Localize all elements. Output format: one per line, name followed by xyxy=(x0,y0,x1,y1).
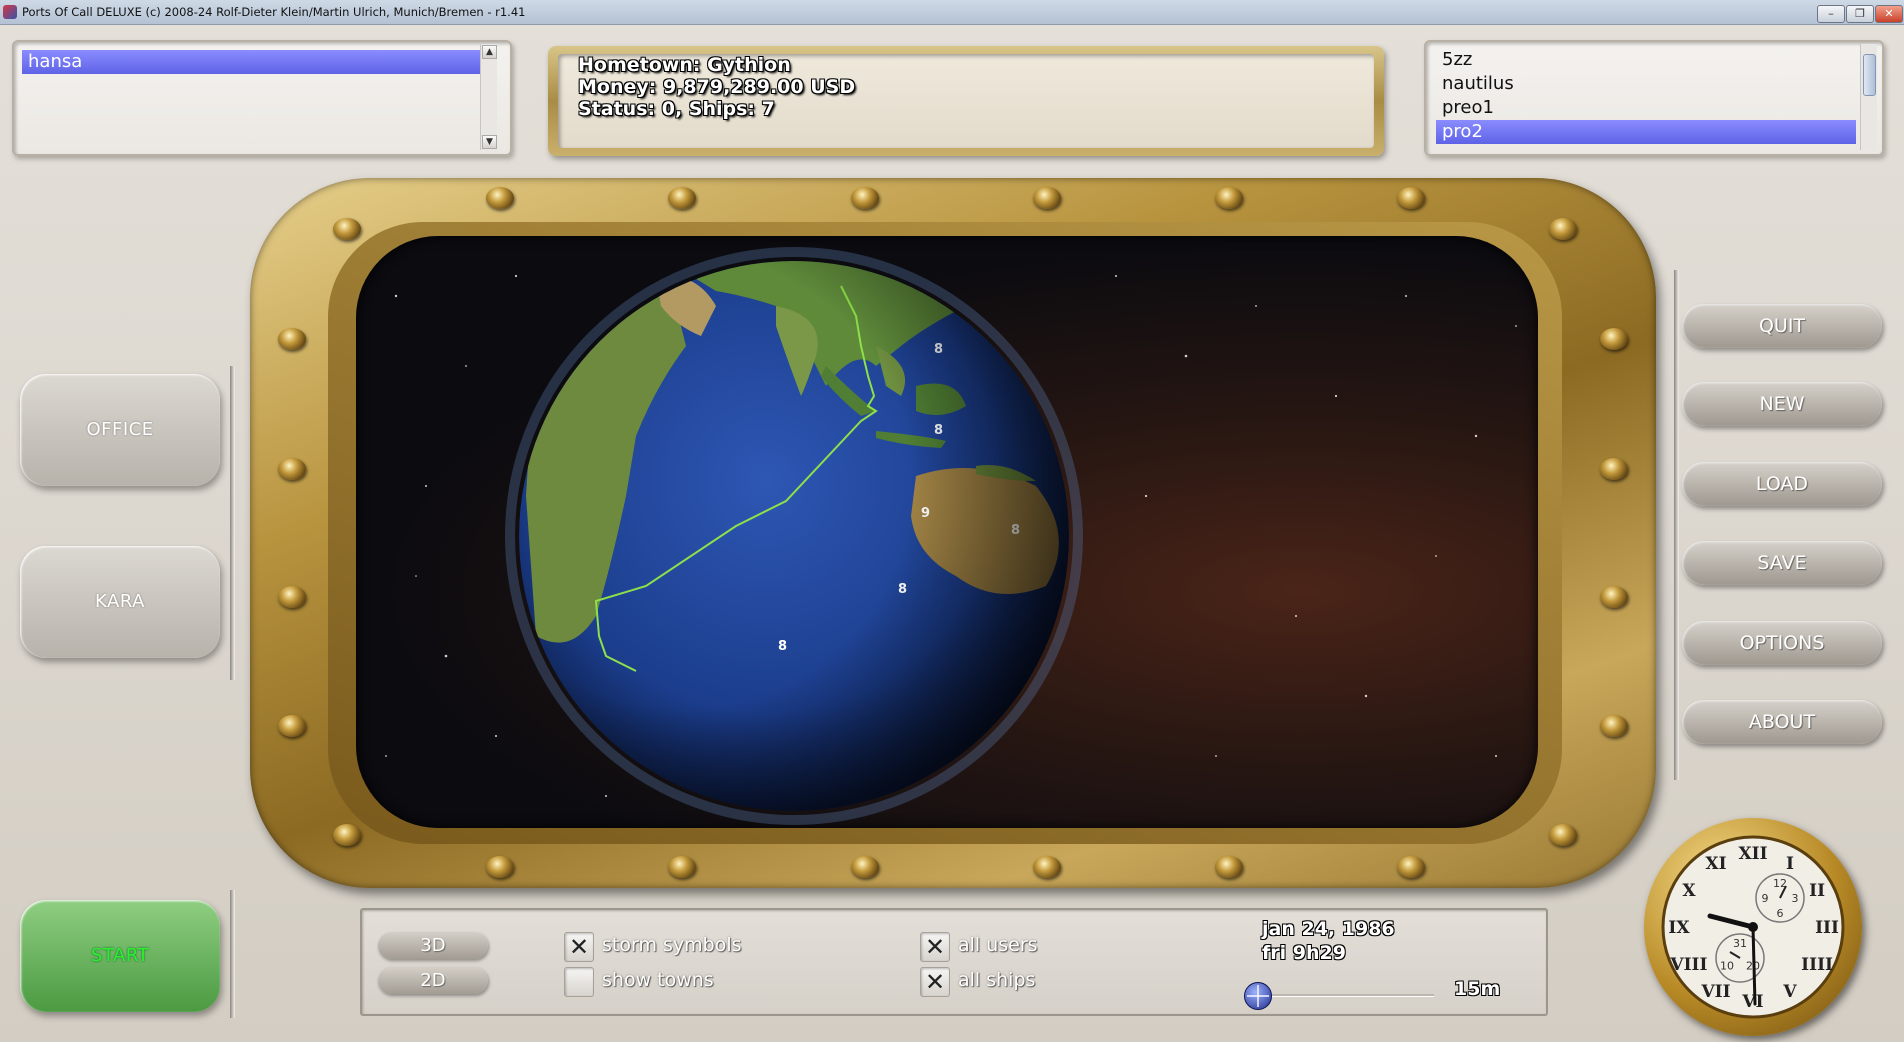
scroll-up-icon[interactable]: ▲ xyxy=(482,45,497,59)
rivet xyxy=(486,187,514,209)
rivet xyxy=(851,856,879,878)
rivet xyxy=(1600,586,1628,608)
show-towns-checkbox[interactable] xyxy=(564,967,594,997)
clock-numeral: VIII xyxy=(1669,955,1707,975)
player-list-item[interactable]: hansa xyxy=(22,50,482,74)
speed-slider-track[interactable] xyxy=(1250,994,1434,997)
clock-numeral: XII xyxy=(1738,844,1767,864)
options-button[interactable]: OPTIONS xyxy=(1682,621,1882,665)
clock-numeral: IIII xyxy=(1801,955,1833,975)
rivet xyxy=(1549,218,1577,240)
game-list-item[interactable]: preo1 xyxy=(1436,96,1852,120)
speed-slider-handle[interactable] xyxy=(1244,982,1272,1010)
globe-map[interactable]: 8 8 8 9 8 8 8 ⚓ xyxy=(356,236,1538,828)
window-title: Ports Of Call DELUXE (c) 2008-24 Rolf-Di… xyxy=(22,5,526,19)
kara-button[interactable]: KARA xyxy=(20,546,220,658)
view-options-panel: 3D 2D ✕ storm symbols show towns ✕ all u… xyxy=(360,908,1548,1016)
scroll-down-icon[interactable]: ▼ xyxy=(482,135,497,149)
right-divider xyxy=(1674,270,1679,780)
minute-hand xyxy=(1751,925,1757,1006)
saved-games-list[interactable]: 5zz nautilus preo1 pro2 xyxy=(1424,40,1884,156)
rivet xyxy=(1600,715,1628,737)
clock-numeral: I xyxy=(1786,854,1794,874)
sub-dial-numeral: 10 xyxy=(1720,960,1734,973)
rivet xyxy=(851,187,879,209)
left-divider xyxy=(230,366,235,680)
clock-numeral: II xyxy=(1809,881,1825,901)
all-users-label: all users xyxy=(958,934,1038,956)
all-users-checkbox[interactable]: ✕ xyxy=(920,932,950,962)
game-date: jan 24, 1986 xyxy=(1262,918,1395,940)
sub-dial-numeral: 6 xyxy=(1777,907,1784,920)
globe-shading xyxy=(519,261,1069,811)
player-info-inner: Hometown: Gythion Money: 9,879,289.00 US… xyxy=(558,54,1374,148)
globe-viewport[interactable]: 8 8 8 9 8 8 8 ⚓ xyxy=(356,236,1538,828)
show-towns-label: show towns xyxy=(602,969,714,991)
save-button[interactable]: SAVE xyxy=(1682,541,1882,585)
rivet xyxy=(278,328,306,350)
title-bar: Ports Of Call DELUXE (c) 2008-24 Rolf-Di… xyxy=(0,0,1904,25)
new-button[interactable]: NEW xyxy=(1682,382,1882,426)
clock-numeral: IX xyxy=(1668,918,1690,938)
sub-dial-numeral: 31 xyxy=(1733,937,1747,950)
maximize-button[interactable]: ❐ xyxy=(1846,5,1874,23)
minimize-button[interactable]: – xyxy=(1817,5,1845,23)
hometown-text: Hometown: Gythion xyxy=(578,54,791,76)
clock-numeral: VI xyxy=(1741,992,1763,1012)
rivet xyxy=(278,458,306,480)
all-ships-checkbox[interactable]: ✕ xyxy=(920,967,950,997)
money-text: Money: 9,879,289.00 USD xyxy=(578,76,856,98)
game-list-item[interactable]: 5zz xyxy=(1436,48,1852,72)
rivet xyxy=(278,586,306,608)
quit-button[interactable]: QUIT xyxy=(1682,304,1882,348)
all-ships-label: all ships xyxy=(958,969,1036,991)
view-3d-button[interactable]: 3D xyxy=(378,932,488,959)
storm-symbols-checkbox[interactable]: ✕ xyxy=(564,932,594,962)
rivet xyxy=(1397,187,1425,209)
clock-numeral: XI xyxy=(1705,854,1726,874)
office-button[interactable]: OFFICE xyxy=(20,374,220,486)
rivet xyxy=(1215,187,1243,209)
clock-numeral: III xyxy=(1815,918,1839,938)
view-2d-button[interactable]: 2D xyxy=(378,967,488,994)
rivet xyxy=(1600,328,1628,350)
game-list-item[interactable]: pro2 xyxy=(1436,120,1856,144)
rivet xyxy=(668,856,696,878)
player-list[interactable]: hansa ▲ ▼ xyxy=(12,40,512,156)
rivet xyxy=(333,218,361,240)
rivet xyxy=(1600,458,1628,480)
game-clock: XIIIIIIIIIIIIVVIVIIVIIIIXXXI 12369 31201… xyxy=(1644,818,1862,1036)
speed-value: 15m xyxy=(1454,978,1501,1000)
rivet xyxy=(1033,856,1061,878)
game-day-time: fri 9h29 xyxy=(1262,942,1346,964)
rivet xyxy=(486,856,514,878)
clock-numeral: X xyxy=(1682,881,1696,901)
app-icon xyxy=(3,5,17,19)
clock-numeral: VII xyxy=(1700,982,1730,1002)
game-list-item[interactable]: nautilus xyxy=(1436,72,1852,96)
player-info-panel: Hometown: Gythion Money: 9,879,289.00 US… xyxy=(548,46,1384,156)
left-divider-bottom xyxy=(230,890,235,1018)
clock-numeral: V xyxy=(1782,982,1797,1002)
clock-center xyxy=(1748,922,1758,932)
rivet xyxy=(1033,187,1061,209)
games-list-scrollbar[interactable] xyxy=(1860,44,1877,150)
storm-symbols-label: storm symbols xyxy=(602,934,742,956)
start-button[interactable]: START xyxy=(20,900,220,1012)
status-text: Status: 0, Ships: 7 xyxy=(578,98,775,120)
close-button[interactable]: ✕ xyxy=(1875,5,1903,23)
rivet xyxy=(668,187,696,209)
rivet xyxy=(1549,824,1577,846)
rivet xyxy=(1397,856,1425,878)
about-button[interactable]: ABOUT xyxy=(1682,700,1882,744)
player-list-scrollbar[interactable]: ▲ ▼ xyxy=(480,44,497,150)
sub-dial-numeral: 3 xyxy=(1792,892,1799,905)
load-button[interactable]: LOAD xyxy=(1682,462,1882,506)
rivet xyxy=(1215,856,1243,878)
clock-face-svg: XIIIIIIIIIIIIVVIVIIVIIIIXXXI 12369 31201… xyxy=(1661,835,1845,1019)
sub-dial-numeral: 9 xyxy=(1762,892,1769,905)
rivet xyxy=(278,715,306,737)
scroll-thumb[interactable] xyxy=(1863,54,1876,96)
rivet xyxy=(333,824,361,846)
